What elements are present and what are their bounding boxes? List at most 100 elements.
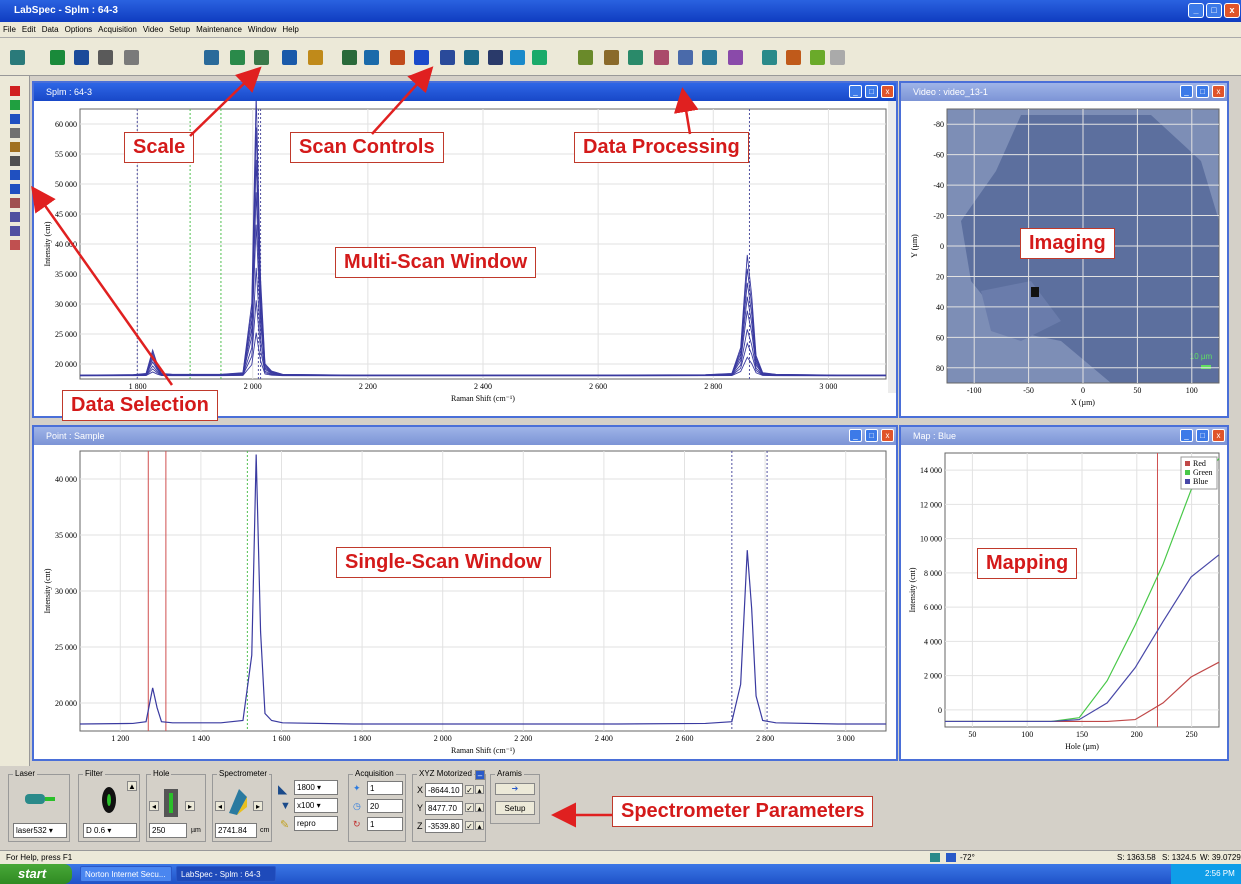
- menu-item-8[interactable]: Window: [245, 22, 279, 34]
- selection-tool-icon-4[interactable]: [10, 142, 20, 152]
- toolbar-tool-icon-7[interactable]: [254, 50, 269, 65]
- hole-decrease-button[interactable]: ◂: [149, 801, 159, 811]
- toolbar-tool-icon-14[interactable]: [440, 50, 455, 65]
- toolbar-tool-icon-10[interactable]: [342, 50, 357, 65]
- selection-tool-icon-5[interactable]: [10, 156, 20, 166]
- selection-tool-icon-10[interactable]: [10, 226, 20, 236]
- cycles-input[interactable]: 1: [367, 817, 403, 831]
- multi-scrollbar[interactable]: [888, 101, 896, 393]
- single-minimize-button[interactable]: _: [849, 429, 862, 442]
- task-norton[interactable]: Norton Internet Secu...: [80, 866, 172, 882]
- selection-tool-icon-2[interactable]: [10, 114, 20, 124]
- menu-item-5[interactable]: Video: [140, 22, 166, 34]
- selection-tool-icon-9[interactable]: [10, 212, 20, 222]
- menu-item-1[interactable]: Edit: [19, 22, 39, 34]
- toolbar-tool-icon-5[interactable]: [204, 50, 219, 65]
- toolbar-tool-icon-23[interactable]: [678, 50, 693, 65]
- toolbar-tool-icon-16[interactable]: [488, 50, 503, 65]
- mapping-plot[interactable]: 14 000 12 000 10 000 8 000 6 000 4 000 2 000 0 5…: [901, 445, 1227, 759]
- map-minimize-button[interactable]: _: [1180, 429, 1193, 442]
- y-stepper[interactable]: ▴: [475, 803, 484, 813]
- x-stepper[interactable]: ▴: [475, 785, 484, 795]
- single-scan-window[interactable]: Point : Sample _ □ x 40 000 35 000 30 000 2…: [32, 425, 898, 761]
- toolbar-tool-icon-2[interactable]: [74, 50, 89, 65]
- single-maximize-button[interactable]: □: [865, 429, 878, 442]
- video-minimize-button[interactable]: _: [1180, 85, 1193, 98]
- multi-maximize-button[interactable]: □: [865, 85, 878, 98]
- z-checkbox[interactable]: ✓: [465, 821, 474, 831]
- single-close-button[interactable]: x: [881, 429, 894, 442]
- xyz-collapse-button[interactable]: –: [475, 770, 485, 780]
- acquisition-time-input[interactable]: 1: [367, 781, 403, 795]
- maximize-button[interactable]: □: [1206, 3, 1222, 18]
- menu-item-6[interactable]: Setup: [166, 22, 193, 34]
- hole-increase-button[interactable]: ▸: [185, 801, 195, 811]
- setup-button[interactable]: Setup: [495, 801, 535, 815]
- single-scan-plot[interactable]: 40 000 35 000 30 000 25 000 20 000 1 200 1 400…: [34, 445, 896, 759]
- menu-item-4[interactable]: Acquisition: [95, 22, 140, 34]
- menu-item-7[interactable]: Maintenance: [193, 22, 245, 34]
- objective-select[interactable]: x100 ▾: [294, 798, 338, 813]
- selection-tool-icon-7[interactable]: [10, 184, 20, 194]
- filter-select[interactable]: D 0.6 ▾: [83, 823, 137, 838]
- z-position-input[interactable]: -3539.80: [425, 819, 463, 833]
- video-close-button[interactable]: x: [1212, 85, 1225, 98]
- toolbar-tool-icon-24[interactable]: [702, 50, 717, 65]
- toolbar-tool-icon-21[interactable]: [628, 50, 643, 65]
- toolbar-tool-icon-18[interactable]: [532, 50, 547, 65]
- multi-minimize-button[interactable]: _: [849, 85, 862, 98]
- grating-select[interactable]: 1800 ▾: [294, 780, 338, 795]
- y-position-input[interactable]: 8477.70: [425, 801, 463, 815]
- spectrometer-increase-button[interactable]: ▸: [253, 801, 263, 811]
- map-window[interactable]: Map : Blue _ □ x 14 000 12 000 10 000 8 000…: [899, 425, 1229, 761]
- toolbar-tool-icon-29[interactable]: [830, 50, 845, 65]
- toolbar-tool-icon-1[interactable]: [50, 50, 65, 65]
- toolbar-tool-icon-8[interactable]: [282, 50, 297, 65]
- menu-item-3[interactable]: Options: [62, 22, 96, 34]
- laser-select[interactable]: laser532 ▾: [13, 823, 67, 838]
- toolbar-tool-icon-28[interactable]: [810, 50, 825, 65]
- selection-tool-icon-3[interactable]: [10, 128, 20, 138]
- toolbar-tool-icon-19[interactable]: [578, 50, 593, 65]
- toolbar-tool-icon-12[interactable]: [390, 50, 405, 65]
- toolbar-tool-icon-22[interactable]: [654, 50, 669, 65]
- start-button[interactable]: start: [0, 864, 72, 884]
- toolbar-tool-icon-15[interactable]: [464, 50, 479, 65]
- task-labspec[interactable]: LabSpec - Splm : 64-3: [176, 866, 276, 882]
- selection-tool-icon-6[interactable]: [10, 170, 20, 180]
- toolbar-tool-icon-26[interactable]: [762, 50, 777, 65]
- repro-input[interactable]: repro: [294, 816, 338, 831]
- toolbar-tool-icon-25[interactable]: [728, 50, 743, 65]
- selection-tool-icon-8[interactable]: [10, 198, 20, 208]
- toolbar-tool-icon-27[interactable]: [786, 50, 801, 65]
- toolbar-tool-icon-4[interactable]: [124, 50, 139, 65]
- y-checkbox[interactable]: ✓: [465, 803, 474, 813]
- selection-tool-icon-11[interactable]: [10, 240, 20, 250]
- z-stepper[interactable]: ▴: [475, 821, 484, 831]
- map-close-button[interactable]: x: [1212, 429, 1225, 442]
- toolbar-tool-icon-3[interactable]: [98, 50, 113, 65]
- video-maximize-button[interactable]: □: [1196, 85, 1209, 98]
- map-maximize-button[interactable]: □: [1196, 429, 1209, 442]
- toolbar-tool-icon-17[interactable]: [510, 50, 525, 65]
- toolbar-tool-icon-6[interactable]: [230, 50, 245, 65]
- spectrometer-decrease-button[interactable]: ◂: [215, 801, 225, 811]
- menu-item-0[interactable]: File: [0, 22, 19, 34]
- menu-item-2[interactable]: Data: [39, 22, 62, 34]
- toolbar-tool-icon-11[interactable]: [364, 50, 379, 65]
- filter-up-button[interactable]: ▲: [127, 781, 137, 791]
- selection-tool-icon-0[interactable]: [10, 86, 20, 96]
- accumulation-input[interactable]: 20: [367, 799, 403, 813]
- toolbar-tool-icon-0[interactable]: [10, 50, 25, 65]
- menu-item-9[interactable]: Help: [279, 22, 301, 34]
- minimize-button[interactable]: _: [1188, 3, 1204, 18]
- toolbar-tool-icon-13[interactable]: [414, 50, 429, 65]
- toolbar-tool-icon-20[interactable]: [604, 50, 619, 65]
- spectrometer-input[interactable]: 2741.84: [215, 823, 257, 838]
- x-checkbox[interactable]: ✓: [465, 785, 474, 795]
- toolbar-tool-icon-9[interactable]: [308, 50, 323, 65]
- selection-tool-icon-1[interactable]: [10, 100, 20, 110]
- multi-close-button[interactable]: x: [881, 85, 894, 98]
- aramis-laser-button[interactable]: ➔: [495, 783, 535, 795]
- close-button[interactable]: x: [1224, 3, 1240, 18]
